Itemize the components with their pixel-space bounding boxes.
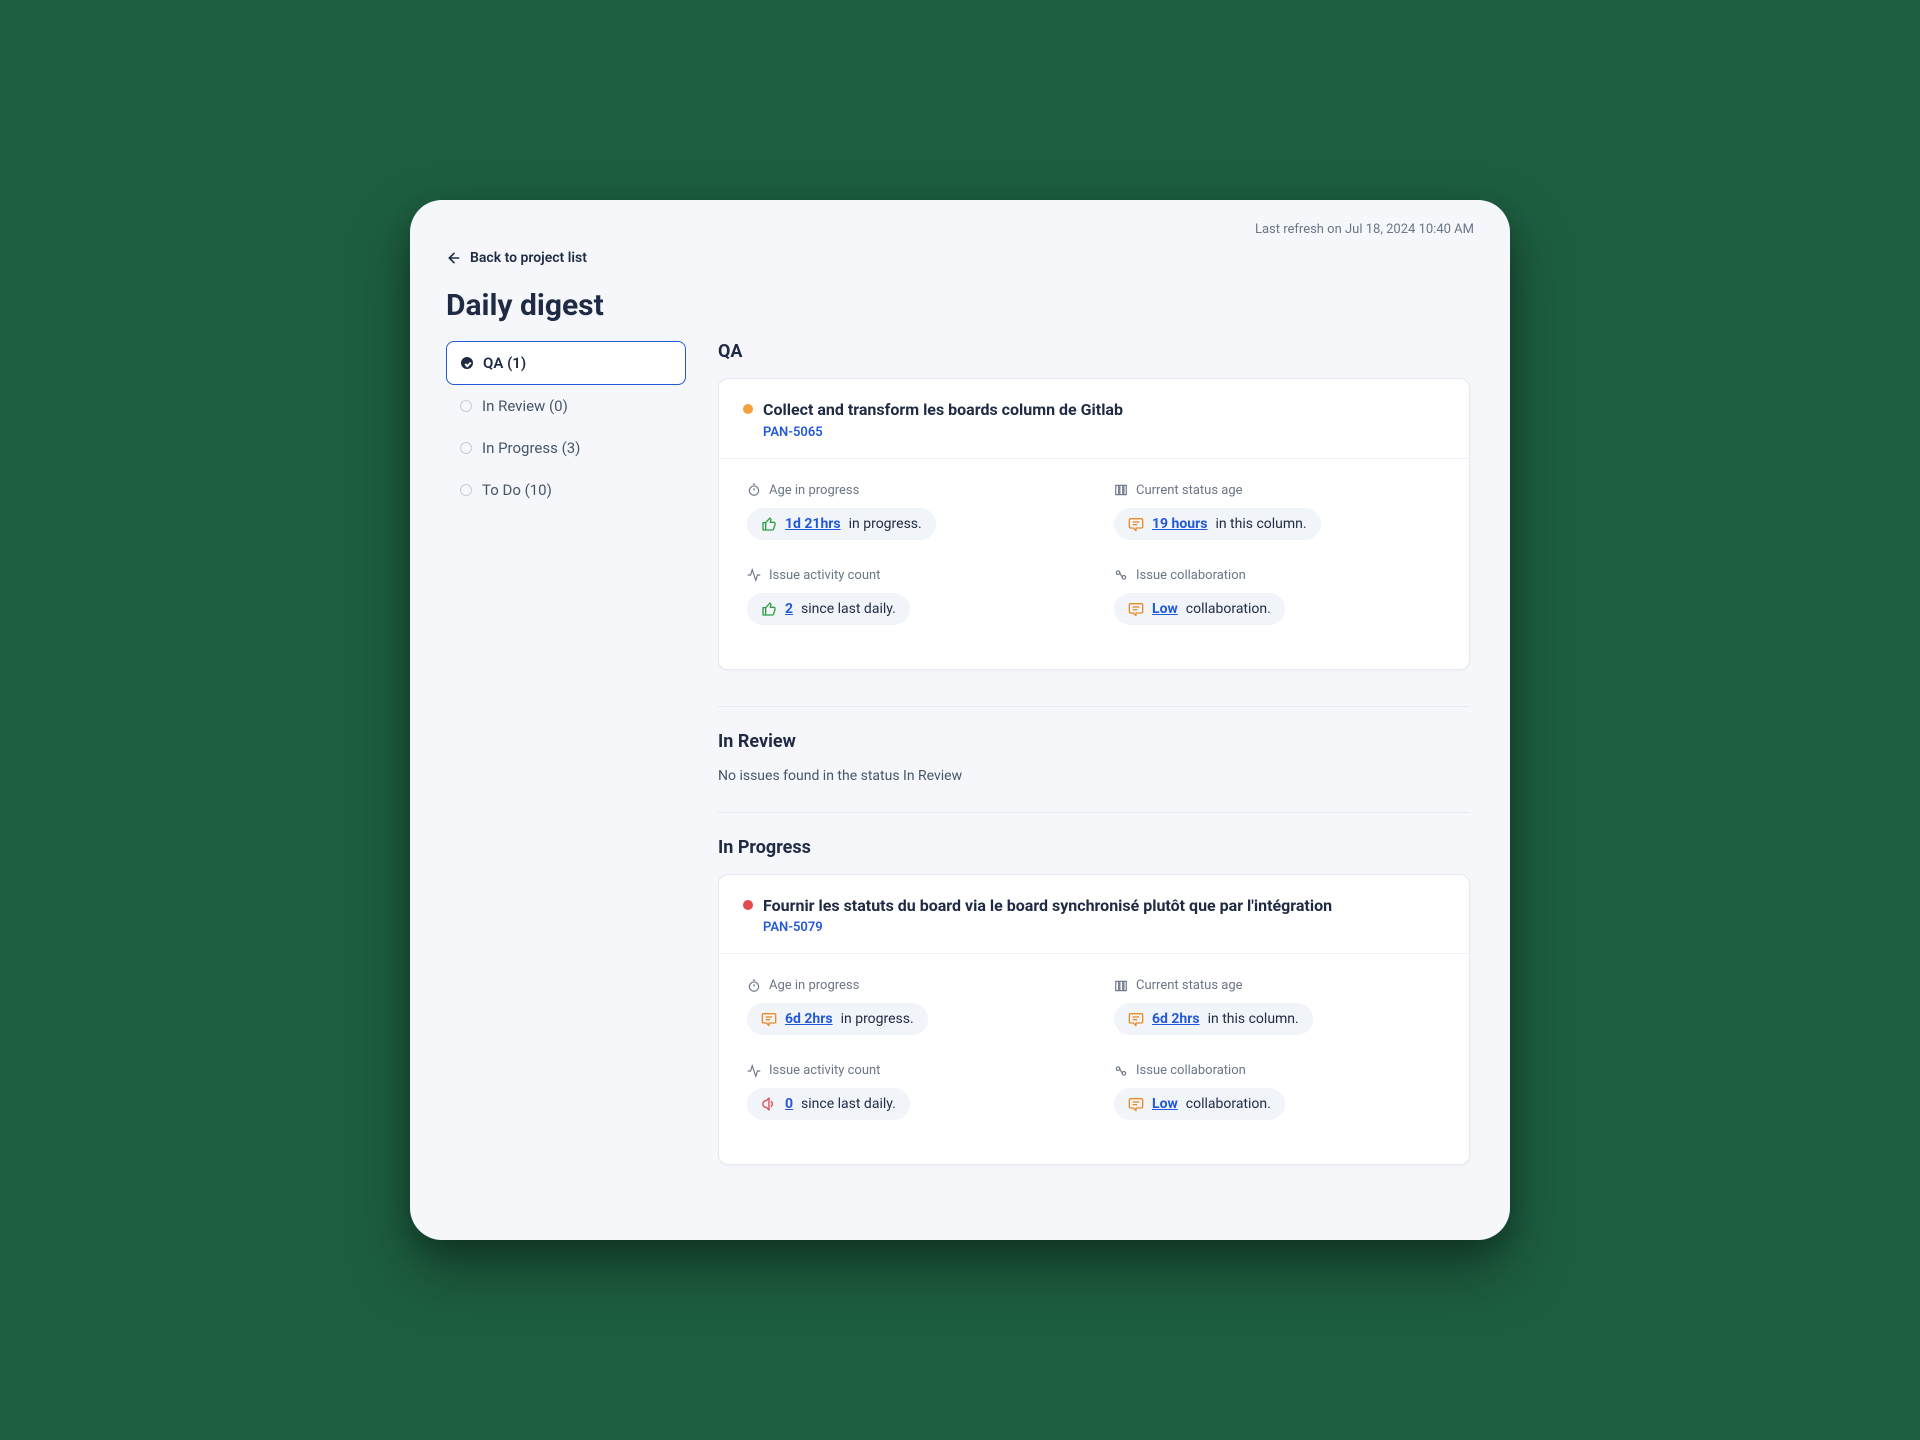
sidebar-item-label: In Progress (3) xyxy=(482,439,580,457)
megaphone-icon xyxy=(761,1096,777,1112)
metric-pill: 1d 21hrs in progress. xyxy=(747,508,936,540)
metric-pill: 2 since last daily. xyxy=(747,593,910,625)
issue-title: Fournir les statuts du board via le boar… xyxy=(763,895,1332,917)
metric-value-link[interactable]: 0 xyxy=(785,1096,793,1112)
columns-icon xyxy=(1114,483,1128,497)
arrow-left-icon xyxy=(446,250,462,266)
status-dot-icon xyxy=(743,900,753,910)
metric-label-text: Issue activity count xyxy=(769,568,880,583)
metric-current-status-age: Current status age 19 hours in this colu… xyxy=(1114,483,1441,540)
metric-value-link[interactable]: Low xyxy=(1152,601,1178,617)
metric-activity-count: Issue activity count 0 since last daily. xyxy=(747,1063,1074,1120)
collaboration-icon xyxy=(1114,1064,1128,1078)
metric-suffix: since last daily. xyxy=(801,601,896,617)
metric-collaboration: Issue collaboration Low collaboration. xyxy=(1114,568,1441,625)
issue-title: Collect and transform les boards column … xyxy=(763,399,1123,421)
issue-card-body: Age in progress 1d 21hrs in progress. Cu… xyxy=(719,459,1469,669)
chat-warning-icon xyxy=(1128,1011,1144,1027)
metric-activity-count: Issue activity count 2 since last daily. xyxy=(747,568,1074,625)
activity-icon xyxy=(747,568,761,582)
circle-icon xyxy=(460,484,472,496)
section-title-in-review: In Review xyxy=(718,731,1470,752)
back-label: Back to project list xyxy=(470,250,587,266)
sidebar: QA (1) In Review (0) In Progress (3) To … xyxy=(446,341,686,1209)
sidebar-item-qa[interactable]: QA (1) xyxy=(446,341,686,385)
metric-suffix: in progress. xyxy=(849,516,922,532)
issue-key-link[interactable]: PAN-5065 xyxy=(763,425,1445,440)
metric-pill: 0 since last daily. xyxy=(747,1088,910,1120)
metric-suffix: collaboration. xyxy=(1186,601,1271,617)
issue-card-header: Collect and transform les boards column … xyxy=(719,379,1469,459)
thumbs-up-icon xyxy=(761,516,777,532)
metric-value-link[interactable]: 6d 2hrs xyxy=(1152,1011,1200,1027)
metric-label-text: Age in progress xyxy=(769,483,859,498)
stopwatch-icon xyxy=(747,483,761,497)
sidebar-item-to-do[interactable]: To Do (10) xyxy=(446,469,686,511)
chat-warning-icon xyxy=(1128,516,1144,532)
issue-key-link[interactable]: PAN-5079 xyxy=(763,920,1445,935)
metric-label-text: Current status age xyxy=(1136,483,1243,498)
metric-label-text: Age in progress xyxy=(769,978,859,993)
metric-value-link[interactable]: 19 hours xyxy=(1152,516,1207,532)
metric-label-text: Issue collaboration xyxy=(1136,1063,1246,1078)
metric-suffix: collaboration. xyxy=(1186,1096,1271,1112)
main-content: QA Collect and transform les boards colu… xyxy=(718,341,1474,1209)
status-dot-icon xyxy=(743,404,753,414)
collaboration-icon xyxy=(1114,568,1128,582)
stopwatch-icon xyxy=(747,979,761,993)
circle-icon xyxy=(460,400,472,412)
metric-pill: 6d 2hrs in progress. xyxy=(747,1003,928,1035)
metric-suffix: in this column. xyxy=(1215,516,1306,532)
columns-icon xyxy=(1114,979,1128,993)
sidebar-item-label: QA (1) xyxy=(483,354,526,372)
metric-value-link[interactable]: 1d 21hrs xyxy=(785,516,841,532)
metric-age-in-progress: Age in progress 1d 21hrs in progress. xyxy=(747,483,1074,540)
circle-icon xyxy=(460,442,472,454)
metric-pill: 6d 2hrs in this column. xyxy=(1114,1003,1313,1035)
metric-age-in-progress: Age in progress 6d 2hrs in progress. xyxy=(747,978,1074,1035)
activity-icon xyxy=(747,1064,761,1078)
metric-label-text: Issue collaboration xyxy=(1136,568,1246,583)
layout: QA (1) In Review (0) In Progress (3) To … xyxy=(446,341,1474,1209)
section-title-qa: QA xyxy=(718,341,1470,362)
sidebar-item-in-progress[interactable]: In Progress (3) xyxy=(446,427,686,469)
metric-value-link[interactable]: 2 xyxy=(785,601,793,617)
issue-card: Collect and transform les boards column … xyxy=(718,378,1470,670)
metric-suffix: in progress. xyxy=(841,1011,914,1027)
chat-warning-icon xyxy=(1128,601,1144,617)
metric-pill: 19 hours in this column. xyxy=(1114,508,1321,540)
issue-card: Fournir les statuts du board via le boar… xyxy=(718,874,1470,1166)
issue-card-header: Fournir les statuts du board via le boar… xyxy=(719,875,1469,955)
thumbs-up-icon xyxy=(761,601,777,617)
metric-value-link[interactable]: 6d 2hrs xyxy=(785,1011,833,1027)
back-to-project-list-link[interactable]: Back to project list xyxy=(446,250,587,266)
empty-message: No issues found in the status In Review xyxy=(718,768,1470,784)
chat-warning-icon xyxy=(761,1011,777,1027)
metric-pill: Low collaboration. xyxy=(1114,1088,1285,1120)
metric-suffix: since last daily. xyxy=(801,1096,896,1112)
daily-digest-panel: Last refresh on Jul 18, 2024 10:40 AM Ba… xyxy=(410,200,1510,1240)
metric-label-text: Issue activity count xyxy=(769,1063,880,1078)
sidebar-item-label: In Review (0) xyxy=(482,397,568,415)
metric-collaboration: Issue collaboration Low collaboration. xyxy=(1114,1063,1441,1120)
metric-value-link[interactable]: Low xyxy=(1152,1096,1178,1112)
chat-warning-icon xyxy=(1128,1096,1144,1112)
section-title-in-progress: In Progress xyxy=(718,837,1470,858)
issue-card-body: Age in progress 6d 2hrs in progress. Cur… xyxy=(719,954,1469,1164)
check-circle-icon xyxy=(461,357,473,369)
last-refresh-text: Last refresh on Jul 18, 2024 10:40 AM xyxy=(1255,222,1474,237)
sidebar-item-in-review[interactable]: In Review (0) xyxy=(446,385,686,427)
section-divider xyxy=(718,812,1470,813)
metric-label-text: Current status age xyxy=(1136,978,1243,993)
metric-pill: Low collaboration. xyxy=(1114,593,1285,625)
metric-suffix: in this column. xyxy=(1208,1011,1299,1027)
metric-current-status-age: Current status age 6d 2hrs in this colum… xyxy=(1114,978,1441,1035)
page-title: Daily digest xyxy=(446,288,1474,323)
section-divider xyxy=(718,706,1470,707)
sidebar-item-label: To Do (10) xyxy=(482,481,552,499)
